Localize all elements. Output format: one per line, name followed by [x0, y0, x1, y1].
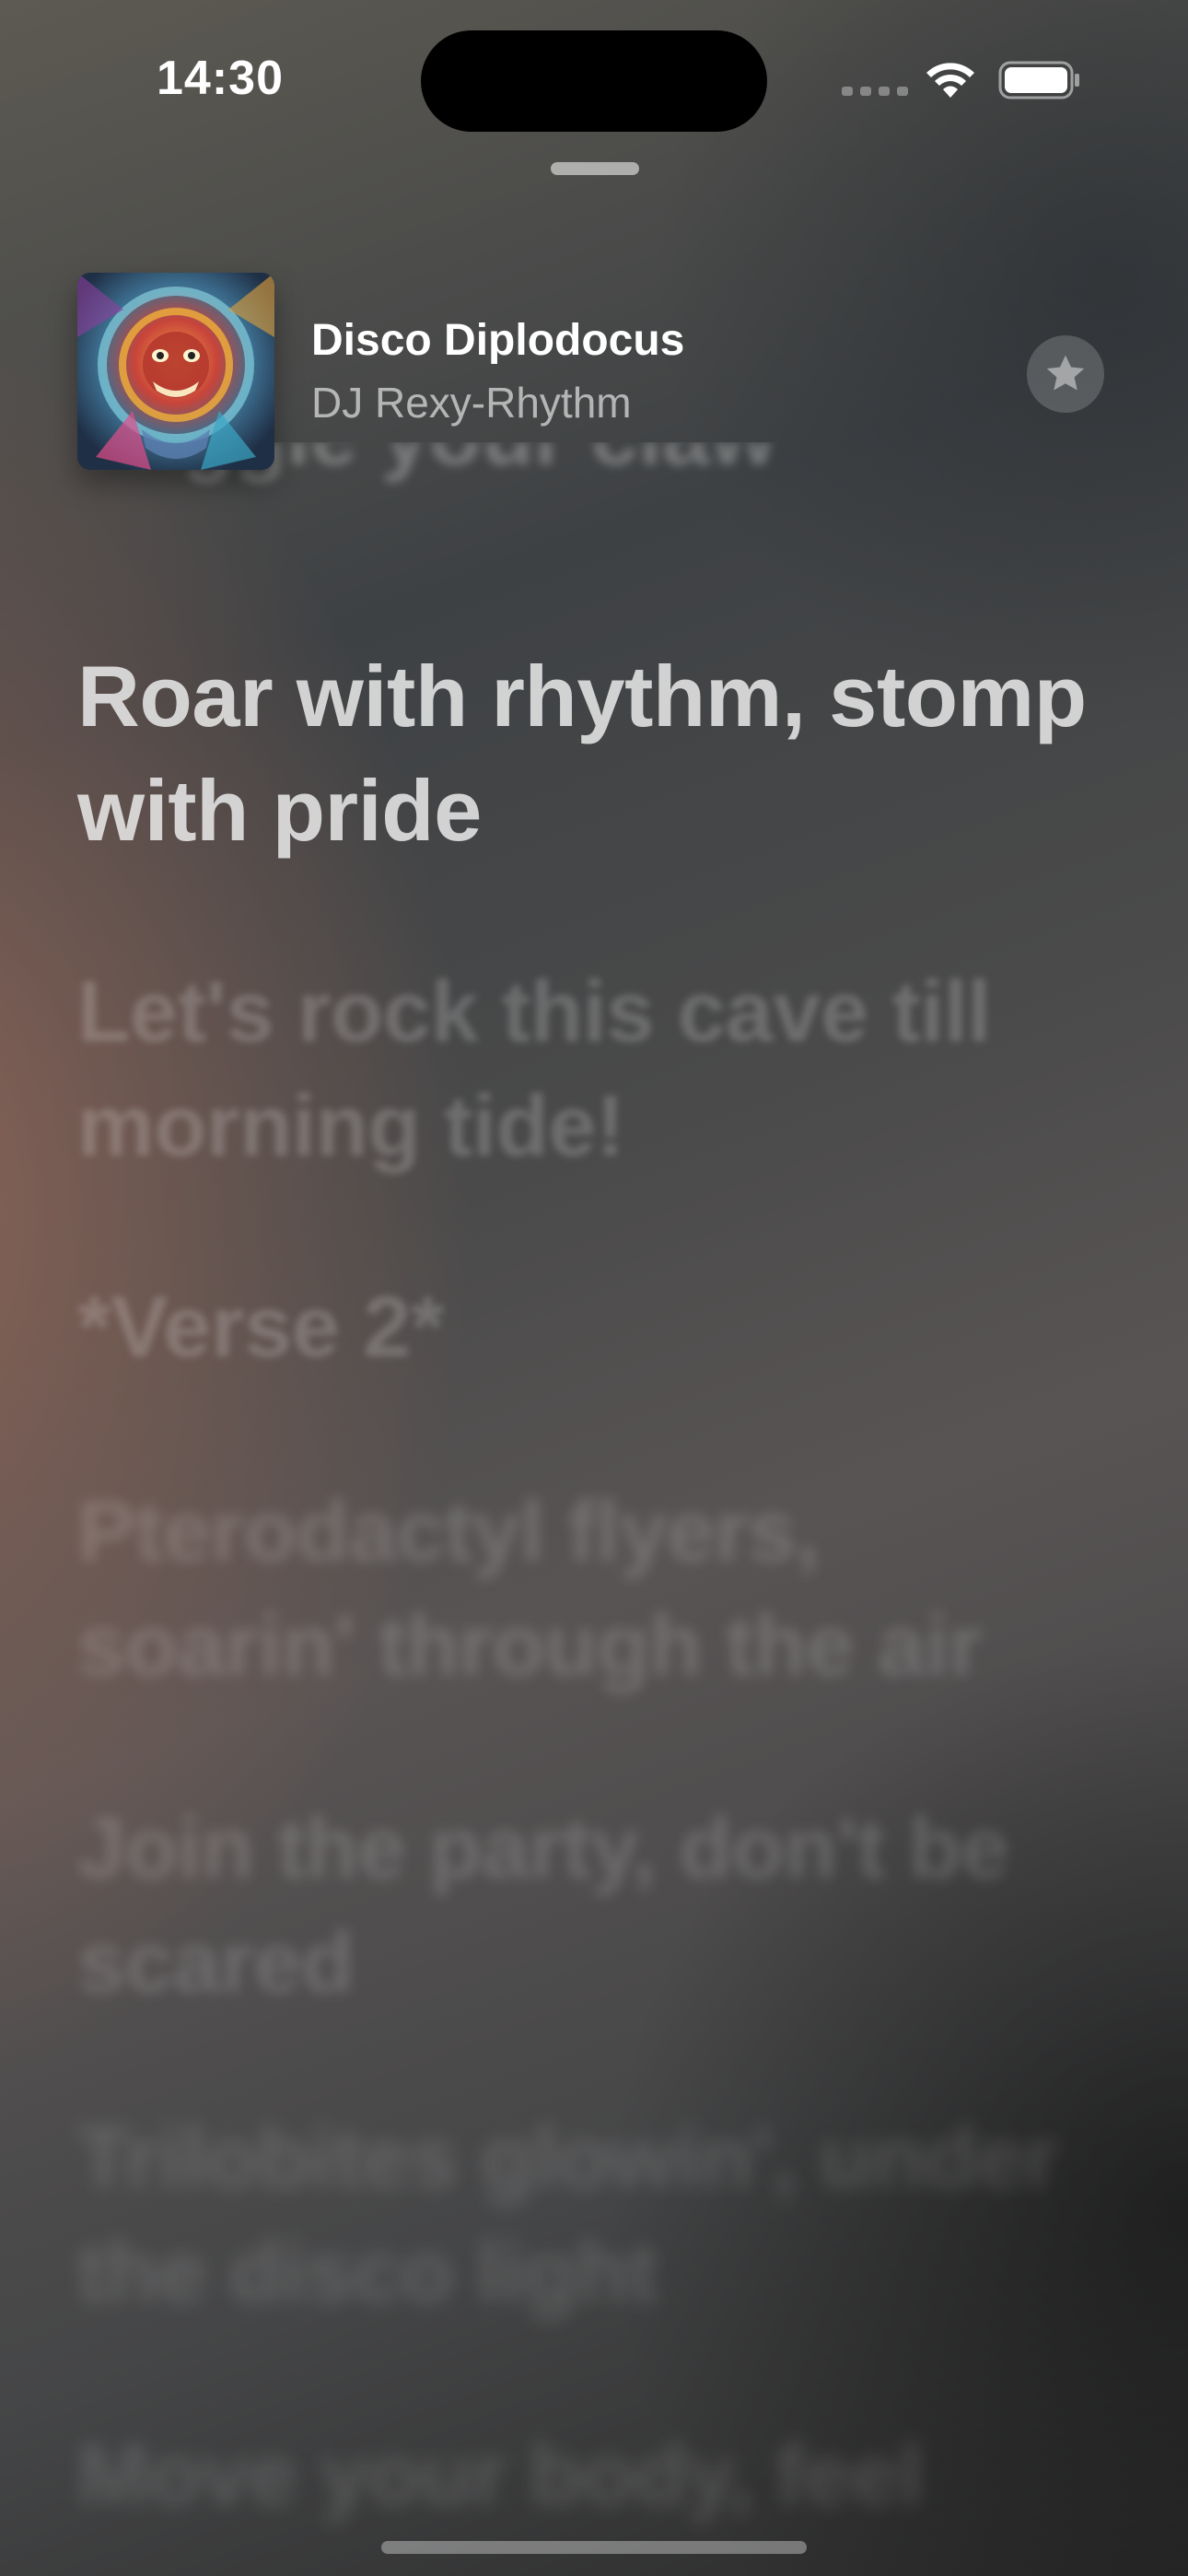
sheet-grabber[interactable]: [551, 162, 639, 175]
lyric-line-current[interactable]: Roar with rhythm, stomp with pride: [77, 639, 1118, 868]
album-artwork[interactable]: [77, 273, 274, 470]
battery-icon: [998, 61, 1079, 100]
lyric-line[interactable]: Join the party, don't be scared: [77, 1791, 1118, 2020]
cellular-signal-icon: [842, 87, 908, 96]
lyric-line[interactable]: Move your body, feel: [77, 2418, 1118, 2532]
favorite-button[interactable]: [1027, 335, 1104, 413]
song-title: Disco Diplodocus: [311, 316, 685, 365]
lyric-line[interactable]: *Verse 2*: [77, 1270, 1118, 1384]
status-bar: 14:30: [0, 0, 1188, 157]
wifi-icon: [926, 63, 974, 98]
dynamic-island: [421, 30, 767, 132]
home-indicator: [381, 2541, 807, 2554]
song-artist[interactable]: DJ Rexy-Rhythm: [311, 378, 632, 427]
lyric-line[interactable]: Trilobites glowin', under the disco ligh…: [77, 2101, 1118, 2329]
status-time: 14:30: [157, 52, 284, 105]
star-icon: [1046, 355, 1085, 391]
now-playing-header: Disco Diplodocus DJ Rexy-Rhythm: [77, 273, 1111, 470]
lyric-line[interactable]: Pterodactyl flyers, soarin' through the …: [77, 1474, 1118, 1703]
lyric-line[interactable]: Let's rock this cave till morning tide!: [77, 954, 1118, 1183]
